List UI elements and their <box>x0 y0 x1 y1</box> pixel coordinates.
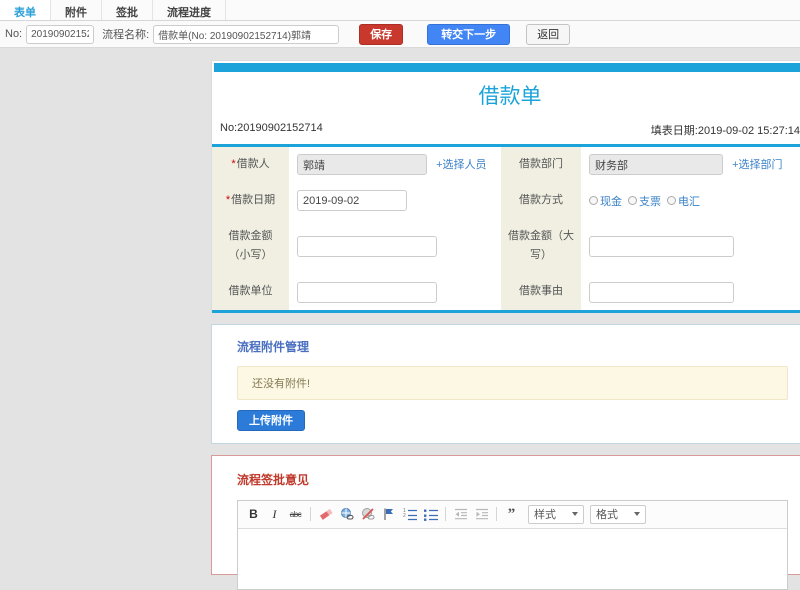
form-date-text: 填表日期:2019-09-02 15:27:14 <box>650 125 800 137</box>
editor-toolbar: B Iabc 1 2 ” 样式 格式 <box>238 500 787 529</box>
anchor-icon[interactable] <box>379 506 398 523</box>
toolbar-separator <box>445 507 446 522</box>
radio-wire[interactable]: 电汇 <box>667 193 700 209</box>
dept-field: +选择部门 <box>581 147 800 183</box>
loan-form-panel: 借款单 No:20190902152714 填表日期:2019-09-02 15… <box>211 60 800 313</box>
loan-unit-input[interactable] <box>297 281 437 303</box>
tab-progress[interactable]: 流程进度 <box>153 0 226 20</box>
amount-upper-field <box>581 218 800 275</box>
strikethrough-icon[interactable]: abc <box>286 506 305 523</box>
required-marker: * <box>231 158 236 170</box>
amount-lower-label: 借款金额（小写） <box>212 218 289 275</box>
form-title: 借款单 <box>478 85 542 108</box>
loan-method-field: 现金 支票 电汇 <box>581 182 800 219</box>
process-name-label: 流程名称: <box>102 29 150 41</box>
save-button[interactable]: 保存 <box>359 23 404 45</box>
loan-method-radio-group: 现金 支票 电汇 <box>589 193 800 209</box>
form-grid: *借款人 +选择人员 借款部门 +选择部门 *借款日期 <box>212 147 800 313</box>
borrower-field: +选择人员 <box>289 147 501 183</box>
loan-date-field <box>289 182 501 219</box>
loan-date-input[interactable] <box>297 190 407 212</box>
chevron-down-icon <box>634 512 640 517</box>
remove-format-icon[interactable] <box>316 506 335 523</box>
attachments-panel: 流程附件管理 还没有附件! 上传附件 <box>211 323 800 444</box>
blockquote-icon[interactable]: ” <box>502 506 521 523</box>
required-marker: * <box>225 193 231 206</box>
chevron-down-icon <box>572 512 578 517</box>
radio-cheque[interactable]: 支票 <box>628 193 661 209</box>
form-no-text: No:20190902152714 <box>220 122 323 134</box>
loan-date-label: *借款日期 <box>212 182 289 219</box>
tab-attachments[interactable]: 附件 <box>51 0 102 20</box>
process-name-input[interactable] <box>153 24 340 44</box>
format-dropdown[interactable]: 格式 <box>590 504 646 524</box>
toolbar-separator <box>496 507 497 522</box>
form-row-unit-reason: 借款单位 借款事由 <box>212 274 800 312</box>
dept-input[interactable] <box>589 154 723 176</box>
loan-reason-label: 借款事由 <box>501 274 581 312</box>
radio-wire-icon[interactable] <box>667 196 676 206</box>
ordered-list-icon[interactable]: 12 <box>400 506 419 523</box>
radio-cheque-icon[interactable] <box>628 196 637 206</box>
no-input[interactable] <box>26 24 95 44</box>
borrower-input[interactable] <box>297 154 427 176</box>
select-person-link[interactable]: +选择人员 <box>436 159 486 171</box>
amount-upper-label: 借款金额（大写） <box>501 218 581 275</box>
indent-icon[interactable] <box>472 506 491 523</box>
loan-unit-label: 借款单位 <box>212 274 289 312</box>
forward-next-step-button[interactable]: 转交下一步 <box>427 23 511 45</box>
no-label: No: <box>5 28 23 40</box>
toolbar-separator <box>310 507 311 522</box>
styles-dropdown[interactable]: 样式 <box>528 504 584 524</box>
loan-method-label: 借款方式 <box>501 182 581 219</box>
borrower-label: *借款人 <box>212 147 289 183</box>
form-row-borrower-dept: *借款人 +选择人员 借款部门 +选择部门 <box>212 147 800 183</box>
approval-panel: 流程签批意见 B Iabc 1 2 ” 样式 格式 <box>211 454 800 590</box>
svg-text:2: 2 <box>403 513 406 519</box>
bulleted-list-icon[interactable] <box>421 506 440 523</box>
dept-label: 借款部门 <box>501 147 581 183</box>
select-dept-link[interactable]: +选择部门 <box>732 159 782 171</box>
amount-lower-field <box>289 218 501 275</box>
tab-sign[interactable]: 签批 <box>102 0 153 20</box>
tab-form[interactable]: 表单 <box>0 0 51 20</box>
attachments-title: 流程附件管理 <box>237 339 310 354</box>
loan-reason-field <box>581 274 800 312</box>
form-meta-row: No:20190902152714 填表日期:2019-09-02 15:27:… <box>212 120 800 147</box>
link-icon[interactable] <box>337 506 356 523</box>
approval-title: 流程签批意见 <box>237 472 310 487</box>
rich-text-editor: B Iabc 1 2 ” 样式 格式 <box>237 499 788 590</box>
tab-bar: 表单 附件 签批 流程进度 <box>0 0 800 21</box>
outdent-icon[interactable] <box>451 506 470 523</box>
loan-unit-field <box>289 274 501 312</box>
bold-icon[interactable]: B <box>244 506 263 523</box>
radio-cash[interactable]: 现金 <box>589 193 622 209</box>
action-toolbar: No: 流程名称: 保存 转交下一步 返回 <box>0 21 800 48</box>
italic-icon[interactable]: I <box>265 506 284 523</box>
radio-cash-icon[interactable] <box>589 196 598 206</box>
form-row-date-method: *借款日期 借款方式 现金 支票 <box>212 182 800 219</box>
amount-lower-input[interactable] <box>297 235 437 257</box>
unlink-icon[interactable] <box>358 506 377 523</box>
back-button[interactable]: 返回 <box>526 23 571 45</box>
form-row-amounts: 借款金额（小写） 借款金额（大写） <box>212 218 800 275</box>
content-area: 借款单 No:20190902152714 填表日期:2019-09-02 15… <box>211 60 800 590</box>
amount-upper-input[interactable] <box>589 235 734 257</box>
form-header-bar <box>214 63 800 72</box>
upload-attachment-button[interactable]: 上传附件 <box>237 409 305 431</box>
loan-reason-input[interactable] <box>589 281 734 303</box>
editor-content-area[interactable] <box>238 528 787 589</box>
no-attachments-alert: 还没有附件! <box>237 365 788 400</box>
